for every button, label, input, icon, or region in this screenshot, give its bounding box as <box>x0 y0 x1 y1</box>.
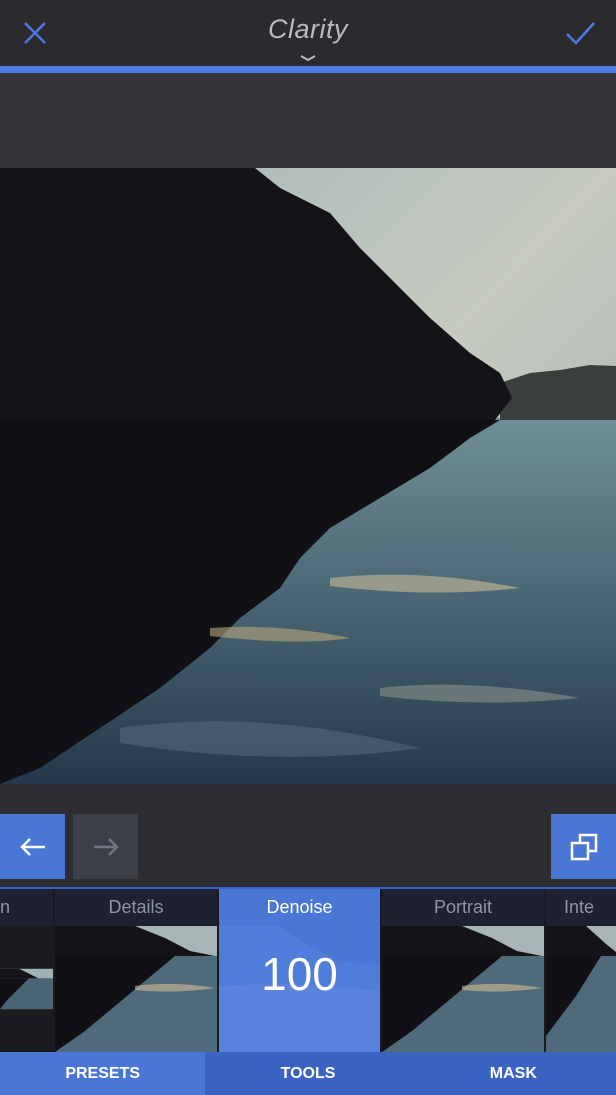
compare-button[interactable] <box>551 814 616 879</box>
canvas-background <box>0 73 616 168</box>
bottom-tabs: PRESETS TOOLS MASK <box>0 1052 616 1095</box>
undo-button[interactable] <box>0 814 65 879</box>
tool-title[interactable]: Clarity <box>0 14 616 45</box>
redo-button[interactable] <box>73 814 138 879</box>
progress-line <box>0 66 616 73</box>
preset-tile-partial-left[interactable]: n <box>0 889 53 1052</box>
top-bar: Clarity <box>0 0 616 66</box>
preset-label: Portrait <box>382 889 544 926</box>
arrow-right-icon <box>93 837 119 856</box>
chevron-down-icon[interactable] <box>298 50 318 62</box>
preset-tile-partial-right[interactable]: Inte <box>546 889 616 1052</box>
presets-strip: n Details Denoise 100 Portrait Inte <box>0 887 616 1052</box>
photo-preview <box>0 168 616 784</box>
preset-label: Details <box>55 889 217 926</box>
preset-label: Inte <box>546 889 616 926</box>
preset-label: n <box>0 889 53 926</box>
arrow-left-icon <box>19 837 45 856</box>
checkmark-icon[interactable] <box>563 18 597 48</box>
tab-mask[interactable]: MASK <box>410 1052 616 1095</box>
preset-label: Denoise <box>219 889 380 926</box>
compare-icon <box>570 833 597 860</box>
preset-tile-details[interactable]: Details <box>55 889 217 1052</box>
tab-presets[interactable]: PRESETS <box>0 1052 206 1095</box>
denoise-value: 100 <box>261 948 338 1000</box>
preset-tile-portrait[interactable]: Portrait <box>382 889 544 1052</box>
tab-tools[interactable]: TOOLS <box>205 1052 411 1095</box>
preset-tile-denoise[interactable]: Denoise 100 <box>219 889 380 1052</box>
